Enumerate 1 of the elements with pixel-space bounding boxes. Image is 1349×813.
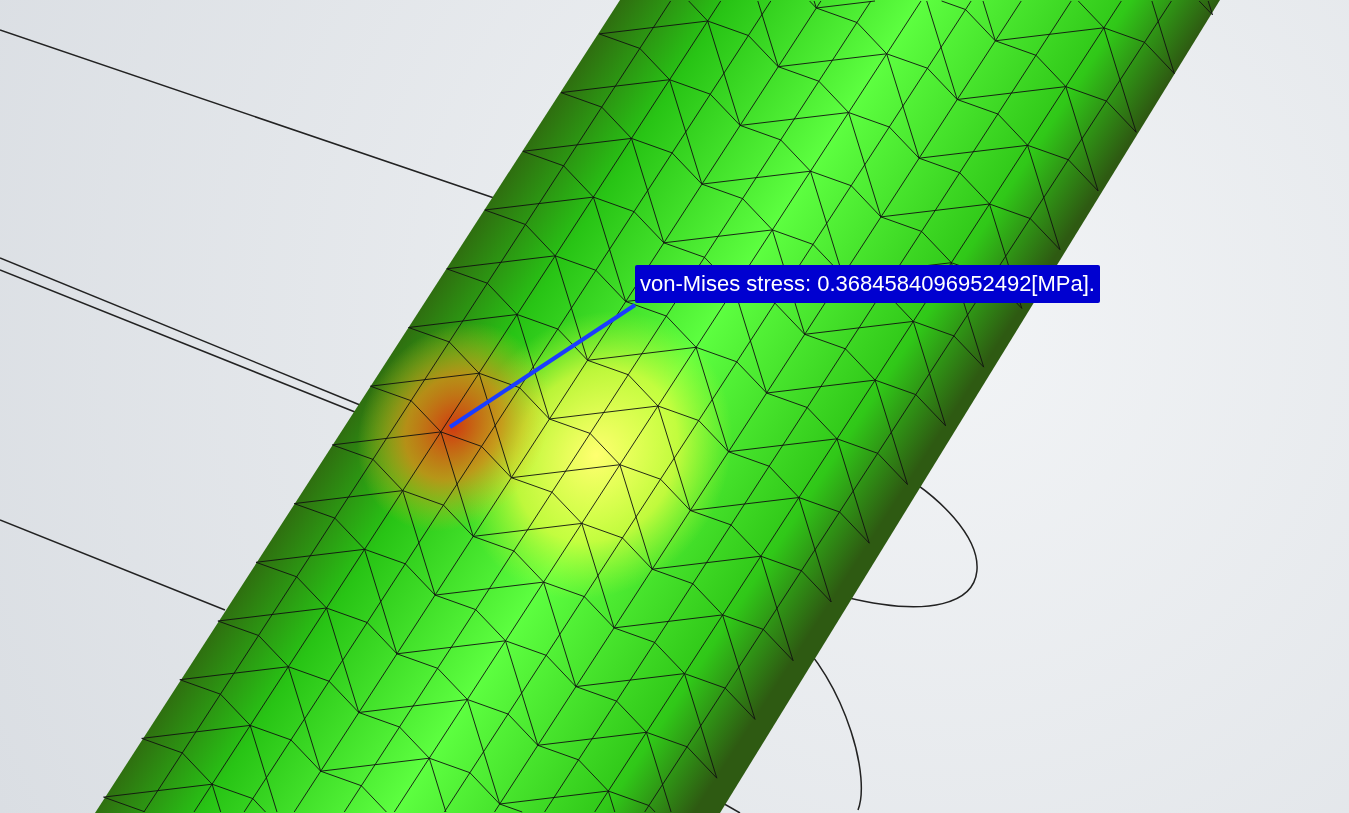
annotation-label: von-Mises stress: 0.3684584096952492[MPa]. xyxy=(635,265,1100,303)
